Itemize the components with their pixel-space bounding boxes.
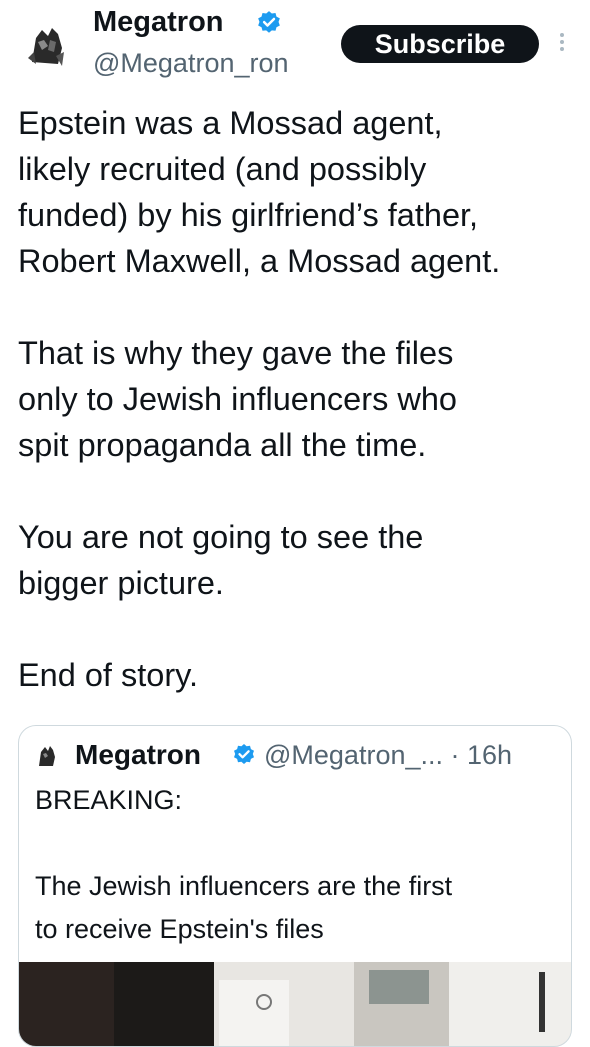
quoted-text-line: The Jewish influencers are the first — [35, 871, 453, 901]
avatar-icon — [39, 746, 55, 766]
author-avatar[interactable] — [18, 18, 74, 74]
post-header: Megatron @Megatron_ron Subscribe — [0, 0, 590, 95]
paragraph-4: End of story. — [18, 652, 578, 698]
text-line: That is why they gave the files — [18, 335, 454, 371]
avatar-icon — [18, 18, 74, 74]
paragraph-2: That is why they gave the files only to … — [18, 330, 578, 468]
text-line: You are not going to see the — [18, 519, 424, 555]
text-line: likely recruited (and possibly — [18, 151, 427, 187]
quoted-text-line: to receive Epstein's files — [35, 914, 324, 944]
quoted-handle-time[interactable]: @Megatron_... · 16h — [264, 738, 512, 772]
media-thumbnail — [19, 962, 571, 1046]
text-line: Epstein was a Mossad agent, — [18, 105, 443, 141]
text-line: only to Jewish influencers who — [18, 381, 457, 417]
quoted-author-avatar[interactable] — [33, 742, 61, 770]
paragraph-3: You are not going to see the bigger pict… — [18, 514, 578, 606]
post-text: Epstein was a Mossad agent, likely recru… — [18, 100, 578, 698]
verified-badge-icon — [258, 11, 280, 33]
author-handle[interactable]: @Megatron_ron — [93, 46, 289, 80]
quoted-media-image[interactable] — [19, 962, 571, 1046]
quoted-text-line: BREAKING: — [35, 785, 183, 815]
paragraph-1: Epstein was a Mossad agent, likely recru… — [18, 100, 578, 284]
quoted-author-name[interactable]: Megatron — [75, 738, 201, 772]
text-line: spit propaganda all the time. — [18, 427, 427, 463]
text-line: funded) by his girlfriend’s father, — [18, 197, 479, 233]
subscribe-button[interactable]: Subscribe — [341, 25, 539, 63]
more-options-icon[interactable] — [555, 30, 569, 58]
text-line: bigger picture. — [18, 565, 224, 601]
verified-badge-icon — [234, 744, 254, 764]
quoted-post[interactable]: Megatron @Megatron_... · 16h BREAKING: T… — [18, 725, 572, 1047]
text-line: Robert Maxwell, a Mossad agent. — [18, 243, 501, 279]
text-line: End of story. — [18, 657, 199, 693]
author-name[interactable]: Megatron — [93, 4, 224, 40]
